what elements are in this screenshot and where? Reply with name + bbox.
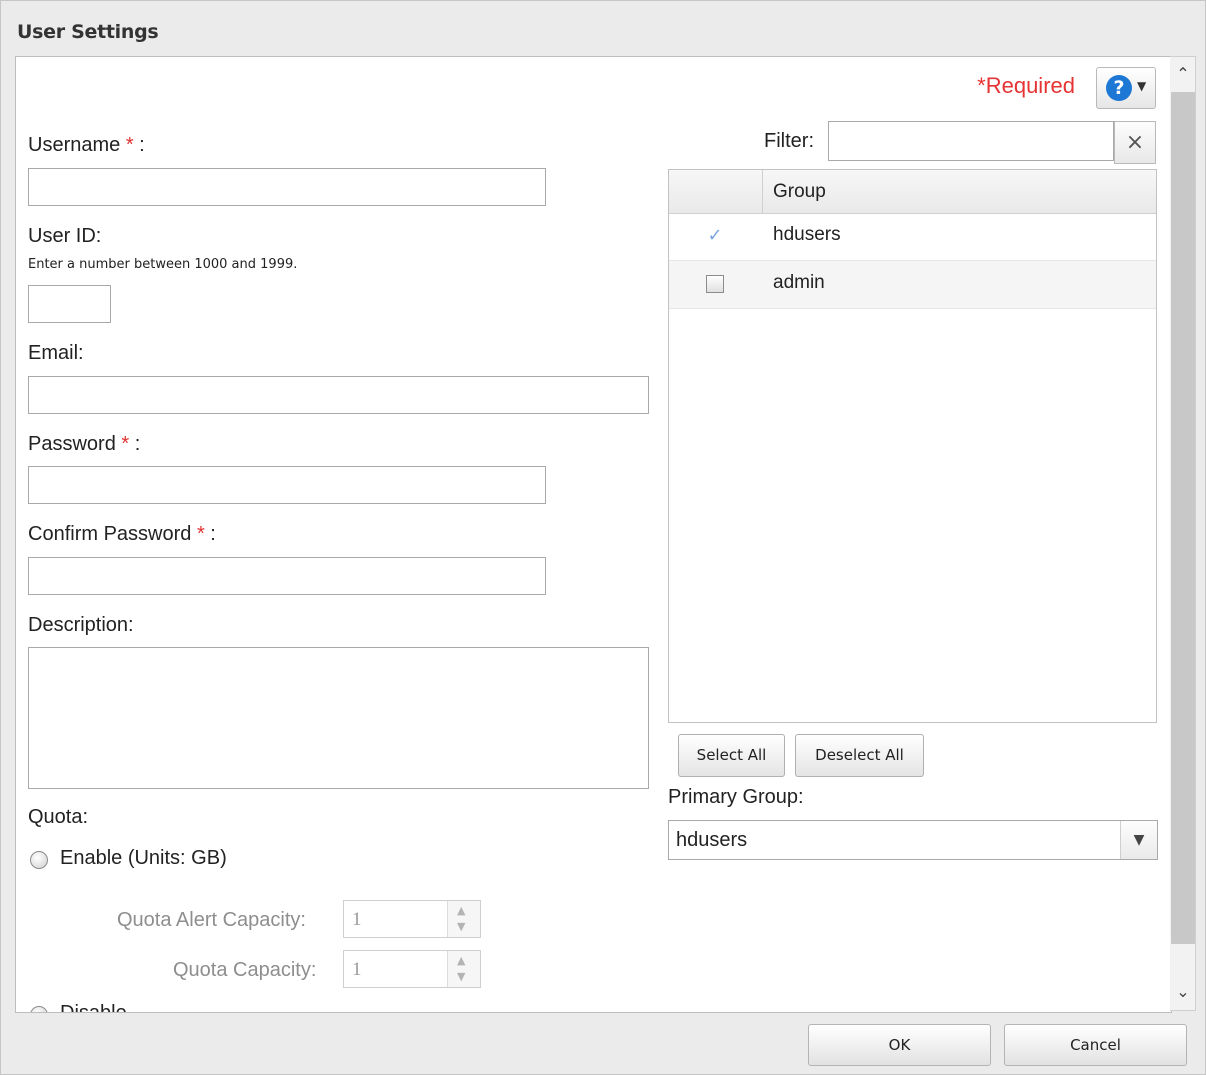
cancel-button[interactable]: Cancel (1004, 1024, 1187, 1066)
clear-filter-icon[interactable]: × (1114, 121, 1156, 164)
dialog-content: *Required ? ▼ Username * : User ID: Ente… (15, 56, 1172, 1013)
quota-capacity-spinner[interactable]: 1 ▲ ▼ (343, 950, 481, 988)
help-menu-button[interactable]: ? ▼ (1096, 67, 1156, 109)
scroll-up-icon[interactable]: ⌃ (1170, 61, 1196, 87)
quota-label: Quota: (28, 806, 89, 828)
table-row[interactable]: ✓ hdusers (669, 213, 1156, 261)
password-label: Password * : (28, 433, 141, 455)
quota-enable-radio[interactable] (30, 851, 48, 869)
description-textarea[interactable] (28, 647, 649, 789)
ok-button[interactable]: OK (808, 1024, 991, 1066)
confirm-password-input[interactable] (28, 557, 546, 595)
quota-disable-radio[interactable] (30, 1006, 48, 1012)
quota-enable-label: Enable (Units: GB) (60, 847, 227, 869)
spin-down-icon[interactable]: ▼ (457, 920, 465, 933)
content-scrollbar[interactable]: ⌃ ⌄ (1170, 56, 1196, 1011)
quota-capacity-value: 1 (352, 959, 362, 980)
required-note: *Required (977, 73, 1075, 98)
user-id-input[interactable] (28, 285, 111, 323)
user-id-label: User ID: (28, 225, 102, 247)
checkbox-checked-icon[interactable]: ✓ (706, 227, 724, 245)
scroll-down-icon[interactable]: ⌄ (1170, 979, 1196, 1005)
caret-down-icon: ▼ (1137, 79, 1147, 93)
filter-label: Filter: (764, 130, 814, 152)
chevron-down-icon[interactable]: ▼ (1120, 821, 1157, 859)
description-label: Description: (28, 614, 134, 636)
confirm-password-label: Confirm Password * : (28, 523, 216, 545)
deselect-all-button[interactable]: Deselect All (795, 734, 924, 777)
scroll-thumb[interactable] (1171, 92, 1195, 944)
spinner-arrows[interactable]: ▲ ▼ (447, 901, 480, 937)
username-label: Username * : (28, 134, 145, 156)
primary-group-select[interactable]: hdusers ▼ (668, 820, 1158, 860)
password-input[interactable] (28, 466, 546, 504)
group-name: hdusers (773, 224, 841, 245)
quota-disable-label: Disable (60, 1002, 127, 1013)
primary-group-value: hdusers (676, 829, 748, 851)
filter-input[interactable] (828, 121, 1114, 161)
dialog-title: User Settings (17, 21, 159, 43)
select-all-button[interactable]: Select All (678, 734, 785, 777)
spin-down-icon[interactable]: ▼ (457, 970, 465, 983)
checkbox-unchecked[interactable] (706, 275, 724, 293)
quota-alert-capacity-value: 1 (352, 909, 362, 930)
email-label: Email: (28, 342, 84, 364)
quota-capacity-label: Quota Capacity: (173, 959, 317, 981)
group-grid: Group ✓ hdusers admin (668, 169, 1157, 723)
user-id-hint: Enter a number between 1000 and 1999. (28, 257, 298, 272)
primary-group-label: Primary Group: (668, 786, 804, 808)
spin-up-icon[interactable]: ▲ (457, 904, 465, 917)
checkbox-column-header (669, 170, 763, 213)
quota-alert-capacity-spinner[interactable]: 1 ▲ ▼ (343, 900, 481, 938)
user-settings-dialog: User Settings *Required ? ▼ Username * :… (0, 0, 1206, 1075)
table-row[interactable]: admin (669, 261, 1156, 309)
spin-up-icon[interactable]: ▲ (457, 954, 465, 967)
group-name: admin (773, 272, 825, 293)
grid-header: Group (669, 170, 1156, 214)
spinner-arrows[interactable]: ▲ ▼ (447, 951, 480, 987)
help-icon: ? (1106, 75, 1132, 101)
username-input[interactable] (28, 168, 546, 206)
group-column-header[interactable]: Group (773, 181, 826, 203)
email-input[interactable] (28, 376, 649, 414)
quota-alert-capacity-label: Quota Alert Capacity: (117, 909, 306, 931)
